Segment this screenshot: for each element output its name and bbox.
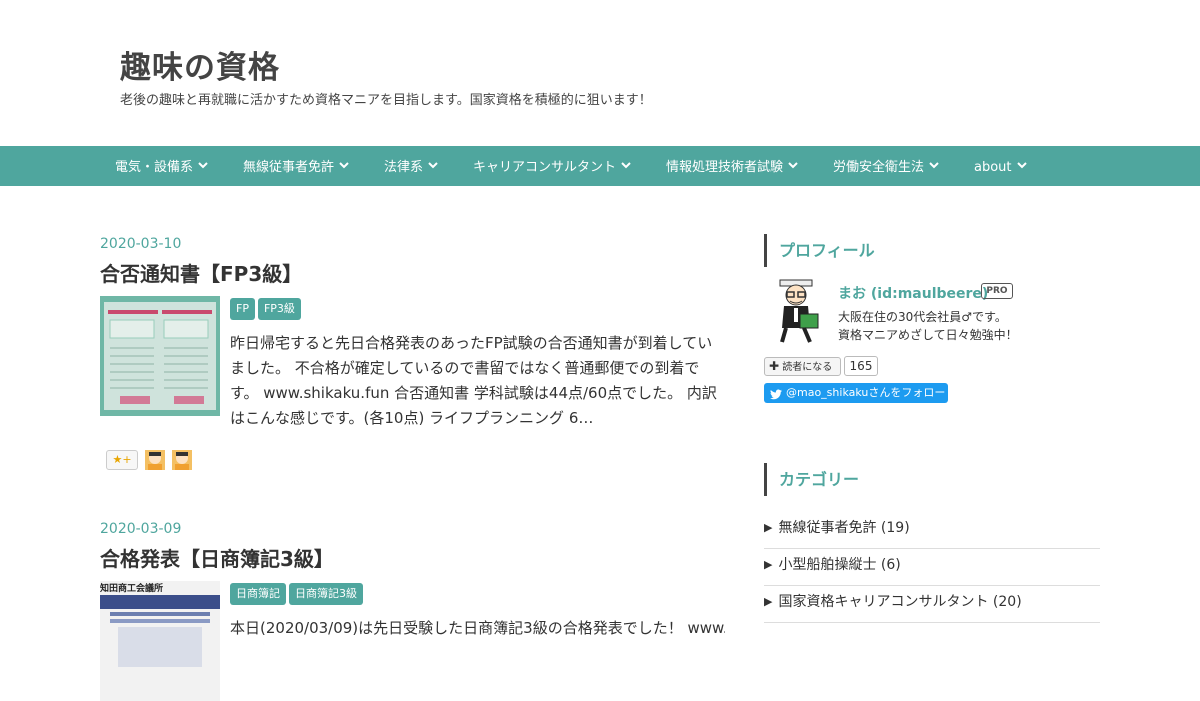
nav-item-career[interactable]: キャリアコンサルタント xyxy=(473,146,631,186)
nav-item-radio[interactable]: 無線従事者免許 xyxy=(243,146,349,186)
chevron-down-icon xyxy=(929,146,939,186)
nav-item-label: 労働安全衛生法 xyxy=(833,160,925,175)
add-star-button[interactable]: ★+ xyxy=(106,449,138,470)
chevron-down-icon xyxy=(339,146,349,186)
nav-item-label: 法律系 xyxy=(384,160,424,175)
tag-fp[interactable]: FP xyxy=(230,298,255,320)
site-header: 趣味の資格 老後の趣味と再就職に活かすため資格マニアを目指します。国家資格を積極… xyxy=(0,0,1200,146)
site-description: 老後の趣味と再就職に活かすため資格マニアを目指します。国家資格を積極的に狙います… xyxy=(120,93,652,108)
nav-item-about[interactable]: about xyxy=(974,146,1027,186)
twitter-bird-icon xyxy=(770,387,782,407)
star-user-avatar[interactable] xyxy=(145,449,166,470)
entry-card: 2020-03-09 合格発表【日商簿記3級】 知田商工会議所 日商簿記 日商簿記… xyxy=(100,521,730,701)
category-item[interactable]: ▶ 国家資格キャリアコンサルタント (20) xyxy=(764,586,1100,623)
entry-tags: 日商簿記 日商簿記3級 xyxy=(230,582,366,605)
profile-avatar[interactable] xyxy=(772,278,824,344)
entry-title[interactable]: 合否通知書【FP3級】 xyxy=(100,258,302,287)
thumbnail-caption: 知田商工会議所 xyxy=(100,584,164,594)
pro-badge: PRO xyxy=(981,283,1013,299)
nav-item-safety[interactable]: 労働安全衛生法 xyxy=(833,146,939,186)
entry-thumbnail[interactable] xyxy=(100,296,220,416)
star-user-avatar[interactable] xyxy=(172,449,193,470)
profile-description-line: 資格マニアめざして日々勉強中！ xyxy=(838,328,1018,342)
chevron-down-icon xyxy=(1016,146,1027,186)
twitter-follow-button[interactable]: @mao_shikakuさんをフォロー xyxy=(764,383,948,403)
chevron-down-icon xyxy=(198,146,208,186)
profile-heading: プロフィール xyxy=(764,234,1100,267)
nav-item-law[interactable]: 法律系 xyxy=(384,146,438,186)
category-label: 小型船舶操縦士 (6) xyxy=(778,557,901,573)
chevron-down-icon xyxy=(428,146,438,186)
entry-date[interactable]: 2020-03-10 xyxy=(100,236,730,252)
category-item[interactable]: ▶ 小型船舶操縦士 (6) xyxy=(764,549,1100,586)
entry-excerpt: 昨日帰宅すると先日合格発表のあったFP試験の合否通知書が到着していました。 不合… xyxy=(230,334,717,427)
tag-boki[interactable]: 日商簿記 xyxy=(230,583,286,605)
tag-fp3[interactable]: FP3級 xyxy=(257,298,301,320)
chevron-down-icon xyxy=(788,146,798,186)
category-label: 国家資格キャリアコンサルタント (20) xyxy=(778,594,1022,610)
category-item[interactable]: ▶ 無線従事者免許 (19) xyxy=(764,512,1100,549)
nav-item-label: 無線従事者免許 xyxy=(243,160,335,175)
triangle-right-icon: ▶ xyxy=(764,558,773,571)
entry-card: 2020-03-10 合否通知書【FP3級】 FP FP3級 昨日帰宅すると先日合… xyxy=(100,236,730,476)
entry-date[interactable]: 2020-03-09 xyxy=(100,521,730,537)
profile-description-line: 大阪在住の30代会社員♂です。 xyxy=(838,310,1007,324)
nav-item-label: 電気・設備系 xyxy=(115,160,194,175)
plus-icon: ✚ xyxy=(769,359,780,373)
entry-excerpt: 本日(2020/03/09)は先日受験した日商簿記3級の合格発表でした！ www… xyxy=(230,619,725,637)
profile-description: 大阪在住の30代会社員♂です。 資格マニアめざして日々勉強中！ xyxy=(838,308,1018,344)
category-heading: カテゴリー xyxy=(764,463,1100,496)
triangle-right-icon: ▶ xyxy=(764,595,773,608)
subscribe-button[interactable]: ✚ 読者になる xyxy=(764,357,841,376)
global-nav: 電気・設備系 無線従事者免許 法律系 キャリアコンサルタント 情報処理技術者試験… xyxy=(0,146,1200,186)
entry-tags: FP FP3級 xyxy=(230,297,304,320)
star-row: ★+ xyxy=(106,449,193,470)
nav-item-it[interactable]: 情報処理技術者試験 xyxy=(666,146,798,186)
nav-item-label: キャリアコンサルタント xyxy=(473,160,617,175)
entry-title[interactable]: 合格発表【日商簿記3級】 xyxy=(100,543,334,572)
profile-name-link[interactable]: まお (id:maulbeere) xyxy=(838,283,988,303)
subscribe-button-label: 読者になる xyxy=(782,362,833,373)
reader-count: 165 xyxy=(844,356,878,376)
site-title[interactable]: 趣味の資格 xyxy=(120,42,280,87)
nav-item-electric[interactable]: 電気・設備系 xyxy=(115,146,208,186)
triangle-right-icon: ▶ xyxy=(764,521,773,534)
category-label: 無線従事者免許 (19) xyxy=(778,520,910,536)
nav-item-label: 情報処理技術者試験 xyxy=(666,160,784,175)
entry-thumbnail[interactable]: 知田商工会議所 xyxy=(100,581,220,701)
nav-item-label: about xyxy=(974,160,1012,175)
tag-boki3[interactable]: 日商簿記3級 xyxy=(289,583,363,605)
chevron-down-icon xyxy=(621,146,631,186)
twitter-follow-label: @mao_shikakuさんをフォロー xyxy=(786,386,946,399)
